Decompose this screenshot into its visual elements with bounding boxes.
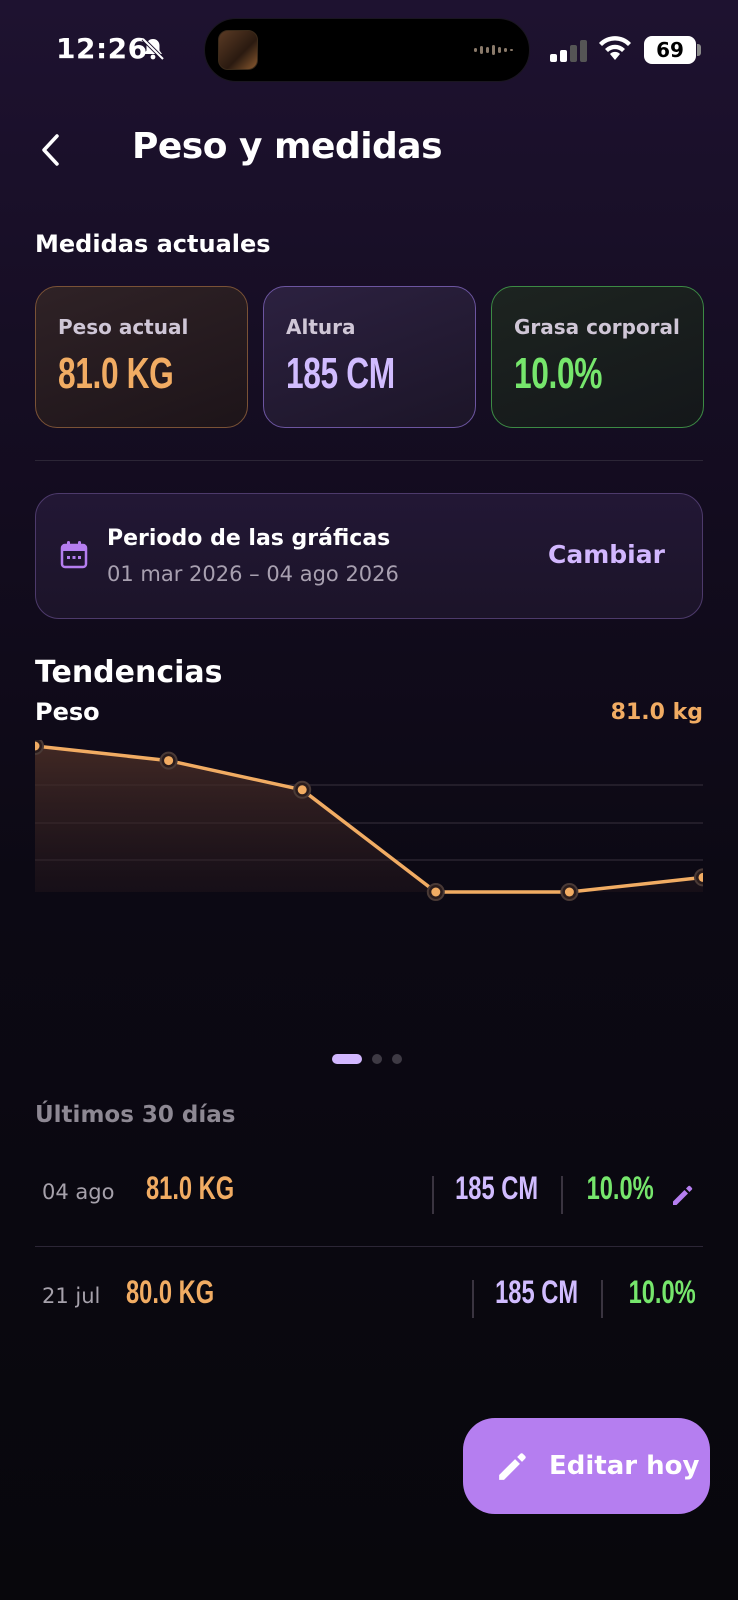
entry-height: 185 CM: [455, 1170, 538, 1206]
weight-label: Peso actual: [58, 315, 189, 339]
entry-body-fat: 10.0%: [628, 1274, 696, 1310]
entry-date: 04 ago: [42, 1180, 115, 1204]
bell-slash-icon: [141, 37, 165, 61]
height-card: Altura 185 CM: [263, 286, 476, 428]
data-point[interactable]: [564, 887, 574, 897]
edit-today-button[interactable]: Editar hoy: [463, 1418, 710, 1514]
row-separator: [601, 1280, 603, 1318]
data-point[interactable]: [431, 887, 441, 897]
entry-weight: 81.0 KG: [146, 1170, 235, 1206]
data-point[interactable]: [164, 756, 174, 766]
entry-weight: 80.0 KG: [126, 1274, 215, 1310]
body-fat-value: 10.0%: [514, 349, 603, 398]
row-divider: [35, 1246, 703, 1247]
page-dot[interactable]: [392, 1054, 402, 1064]
data-point[interactable]: [297, 785, 307, 795]
weight-card: Peso actual 81.0 KG: [35, 286, 248, 428]
entry-date: 21 jul: [42, 1284, 101, 1308]
period-range: 01 mar 2026 – 04 ago 2026: [107, 562, 399, 586]
chart-page-indicator[interactable]: [332, 1054, 408, 1066]
body-fat-label: Grasa corporal: [514, 315, 680, 339]
cellular-signal-icon: [550, 40, 587, 62]
battery-level: 69: [644, 36, 696, 64]
row-separator: [472, 1280, 474, 1318]
section-divider: [35, 460, 703, 461]
chart-title: Peso: [35, 698, 100, 726]
calendar-icon: [60, 541, 88, 569]
entry-height: 185 CM: [495, 1274, 578, 1310]
page-dot-active[interactable]: [332, 1054, 362, 1064]
history-row[interactable]: 04 ago 81.0 KG 185 CM 10.0%: [0, 1160, 738, 1230]
battery-tip: [697, 44, 701, 56]
section-title-current: Medidas actuales: [35, 230, 271, 258]
audio-wave-icon: [474, 45, 513, 55]
page-dot[interactable]: [372, 1054, 382, 1064]
weight-value: 81.0 KG: [58, 349, 174, 398]
status-time: 12:26: [56, 32, 148, 65]
height-value: 185 CM: [286, 349, 395, 398]
page-title: Peso y medidas: [132, 126, 443, 167]
chart-current-value: 81.0 kg: [610, 700, 703, 725]
section-title-trends: Tendencias: [35, 655, 223, 690]
back-button[interactable]: [30, 128, 70, 172]
now-playing-thumbnail: [218, 30, 258, 70]
edit-today-label: Editar hoy: [549, 1451, 700, 1481]
wifi-icon: [599, 36, 631, 60]
entry-body-fat: 10.0%: [586, 1170, 654, 1206]
pencil-icon: [499, 1453, 526, 1480]
chevron-left-icon: [42, 134, 59, 166]
body-fat-card: Grasa corporal 10.0%: [491, 286, 704, 428]
weight-trend-chart[interactable]: [35, 740, 703, 930]
edit-pencil-icon[interactable]: [670, 1182, 696, 1208]
weight-area: [35, 746, 703, 892]
history-row[interactable]: 21 jul 80.0 KG 185 CM 10.0%: [0, 1264, 738, 1334]
row-separator: [432, 1176, 434, 1214]
height-label: Altura: [286, 315, 356, 339]
section-title-last-days: Últimos 30 días: [35, 1102, 236, 1128]
period-title: Periodo de las gráficas: [107, 526, 391, 551]
change-period-button[interactable]: Cambiar: [530, 536, 683, 573]
row-separator: [561, 1176, 563, 1214]
